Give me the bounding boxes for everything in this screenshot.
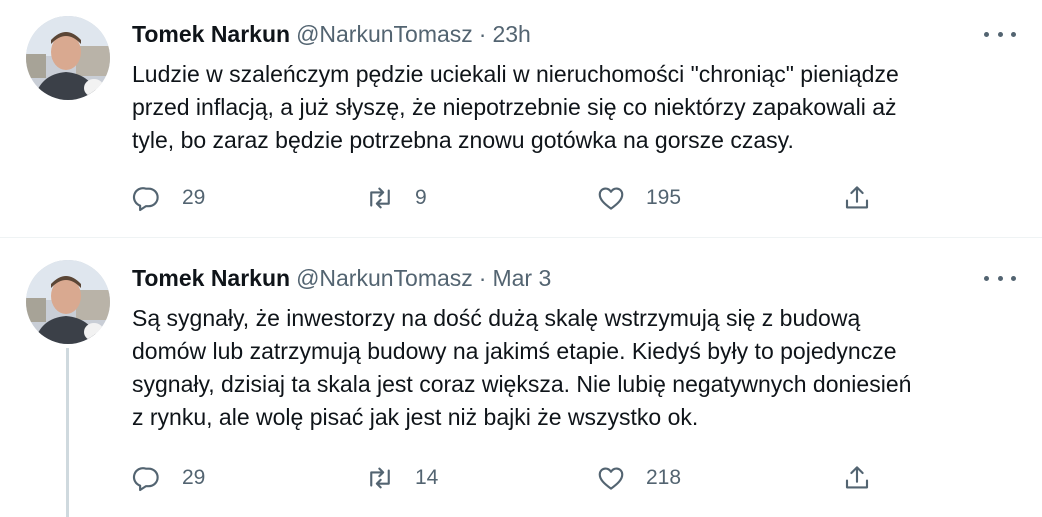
- timestamp[interactable]: Mar 3: [492, 265, 551, 291]
- separator-dot: ·: [478, 265, 487, 291]
- more-dots-icon[interactable]: [984, 26, 1016, 42]
- tweet-actions: 29 9 195: [0, 178, 1042, 218]
- author-name[interactable]: Tomek Narkun: [132, 265, 290, 291]
- retweet-arrows-icon: [370, 187, 390, 209]
- retweet-button[interactable]: 9: [365, 178, 427, 218]
- tweet[interactable]: Tomek Narkun @NarkunTomasz · 23h Ludzie w s…: [0, 0, 1042, 238]
- author-handle[interactable]: @NarkunTomasz: [296, 21, 473, 47]
- reply-count: 29: [182, 186, 206, 209]
- share-button[interactable]: [842, 458, 872, 498]
- like-count: 195: [646, 186, 682, 209]
- tweet-text: Ludzie w szaleńczym pędzie uciekali w ni…: [132, 61, 899, 153]
- tweet[interactable]: Tomek Narkun @NarkunTomasz · Mar 3 Są sygna…: [0, 238, 1042, 517]
- like-button[interactable]: 195: [596, 178, 681, 218]
- speech-bubble-icon: [132, 467, 159, 492]
- tweet-header: Tomek Narkun @NarkunTomasz · Mar 3: [132, 263, 551, 293]
- heart-icon: [598, 467, 624, 490]
- retweet-arrows-icon: [370, 467, 390, 489]
- retweet-count: 14: [415, 466, 439, 489]
- like-button[interactable]: 218: [596, 458, 681, 498]
- reply-count: 29: [182, 466, 206, 489]
- speech-bubble-icon: [132, 187, 159, 212]
- more-dots-icon[interactable]: [984, 270, 1016, 286]
- author-handle[interactable]: @NarkunTomasz: [296, 265, 473, 291]
- separator-dot: ·: [478, 21, 487, 47]
- tweet-actions: 29 14 218: [0, 458, 1042, 498]
- heart-icon: [598, 187, 624, 210]
- author-name[interactable]: Tomek Narkun: [132, 21, 290, 47]
- avatar[interactable]: [26, 16, 110, 100]
- retweet-button[interactable]: 14: [365, 458, 438, 498]
- reply-button[interactable]: 29: [132, 178, 205, 218]
- retweet-count: 9: [415, 186, 427, 209]
- tweet-header: Tomek Narkun @NarkunTomasz · 23h: [132, 19, 531, 49]
- like-count: 218: [646, 466, 682, 489]
- share-button[interactable]: [842, 178, 872, 218]
- share-upload-icon: [845, 186, 869, 209]
- reply-button[interactable]: 29: [132, 458, 205, 498]
- tweet-text: Są sygnały, że inwestorzy na dość dużą s…: [132, 305, 912, 430]
- share-upload-icon: [845, 466, 869, 489]
- timeline: Tomek Narkun @NarkunTomasz · 23h Ludzie w s…: [0, 0, 1042, 517]
- avatar[interactable]: [26, 260, 110, 344]
- timestamp[interactable]: 23h: [492, 21, 530, 47]
